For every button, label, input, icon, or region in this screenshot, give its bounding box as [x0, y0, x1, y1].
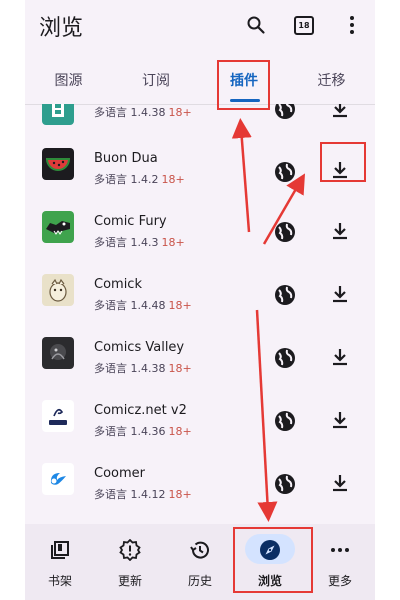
globe-icon[interactable]: [274, 221, 296, 243]
download-icon[interactable]: [330, 284, 350, 304]
compass-icon: [258, 538, 282, 562]
alert-badge-icon: [118, 538, 142, 562]
download-icon[interactable]: [330, 347, 350, 367]
extension-meta: 多语言 1.4.36 18+: [94, 425, 192, 438]
calendar-badge: 18: [294, 15, 314, 35]
globe-icon[interactable]: [274, 410, 296, 432]
extension-name: Buon Dua: [94, 151, 158, 166]
more-horizontal-icon: [328, 538, 352, 562]
nav-more[interactable]: 更多: [305, 524, 375, 600]
tab-extensions[interactable]: 插件: [200, 56, 288, 104]
comicz-logo-icon: [42, 400, 74, 432]
partial-teal-icon: [42, 104, 74, 125]
list-item[interactable]: Comics Valley 多语言 1.4.38 18+: [25, 329, 375, 392]
calendar-filter-icon[interactable]: 18: [292, 13, 316, 37]
extension-name: Comics Valley: [94, 340, 185, 355]
tab-indicator: [230, 99, 260, 102]
download-icon[interactable]: [330, 221, 350, 241]
app-screen: 浏览 18 图源 订阅 插件 迁移 多语言 1.4.38 18+ Buon Du…: [25, 0, 375, 600]
tab-migrate[interactable]: 迁移: [288, 56, 375, 104]
top-app-bar: 浏览 18: [25, 0, 375, 56]
search-icon[interactable]: [244, 13, 268, 37]
coomer-logo-icon: [42, 463, 74, 495]
download-icon[interactable]: [330, 160, 350, 180]
globe-icon[interactable]: [274, 284, 296, 306]
extension-meta: 多语言 1.4.48 18+: [94, 299, 192, 312]
extension-list[interactable]: 多语言 1.4.38 18+ Buon Dua 多语言 1.4.2 18+ Comi…: [25, 104, 375, 524]
extension-meta: 多语言 1.4.12 18+: [94, 488, 192, 501]
download-icon[interactable]: [330, 104, 350, 119]
list-item[interactable]: Comic Fury 多语言 1.4.3 18+: [25, 203, 375, 266]
bottom-navigation: 书架 更新 历史 浏览 更多: [25, 524, 375, 600]
nav-updates[interactable]: 更新: [95, 524, 165, 600]
extension-meta: 多语言 1.4.38 18+: [94, 106, 192, 119]
globe-icon[interactable]: [274, 473, 296, 495]
tab-bar: 图源 订阅 插件 迁移: [25, 56, 375, 105]
nav-label: 历史: [187, 574, 212, 588]
extension-name: Coomer: [94, 466, 145, 481]
nav-label: 浏览: [257, 574, 282, 588]
watermelon-icon: [42, 148, 74, 180]
list-item[interactable]: 多语言 1.4.38 18+: [25, 104, 375, 140]
library-icon: [48, 538, 72, 562]
nav-browse[interactable]: 浏览: [235, 524, 305, 600]
globe-icon[interactable]: [274, 161, 296, 183]
tab-feeds[interactable]: 订阅: [112, 56, 200, 104]
extension-meta: 多语言 1.4.38 18+: [94, 362, 192, 375]
list-item[interactable]: Comick 多语言 1.4.48 18+: [25, 266, 375, 329]
list-item[interactable]: Comicz.net v2 多语言 1.4.36 18+: [25, 392, 375, 455]
extension-name: Comicz.net v2: [94, 403, 187, 418]
nav-library[interactable]: 书架: [25, 524, 95, 600]
download-icon[interactable]: [330, 410, 350, 430]
extension-name: Comick: [94, 277, 142, 292]
history-icon: [188, 538, 212, 562]
page-title: 浏览: [39, 16, 84, 41]
globe-icon[interactable]: [274, 347, 296, 369]
nav-label: 更多: [327, 574, 352, 588]
nav-label: 书架: [47, 574, 72, 588]
comics-valley-icon: [42, 337, 74, 369]
globe-icon[interactable]: [274, 104, 296, 120]
list-item[interactable]: Buon Dua 多语言 1.4.2 18+: [25, 140, 375, 203]
nav-history[interactable]: 历史: [165, 524, 235, 600]
overflow-menu-icon[interactable]: [340, 13, 364, 37]
extension-meta: 多语言 1.4.2 18+: [94, 173, 185, 186]
crocodile-icon: [42, 211, 74, 243]
extension-meta: 多语言 1.4.3 18+: [94, 236, 185, 249]
comick-mascot-icon: [42, 274, 74, 306]
download-icon[interactable]: [330, 473, 350, 493]
extension-name: Comic Fury: [94, 214, 167, 229]
list-item[interactable]: Coomer 多语言 1.4.12 18+: [25, 455, 375, 518]
tab-sources[interactable]: 图源: [25, 56, 112, 104]
nav-label: 更新: [117, 574, 142, 588]
